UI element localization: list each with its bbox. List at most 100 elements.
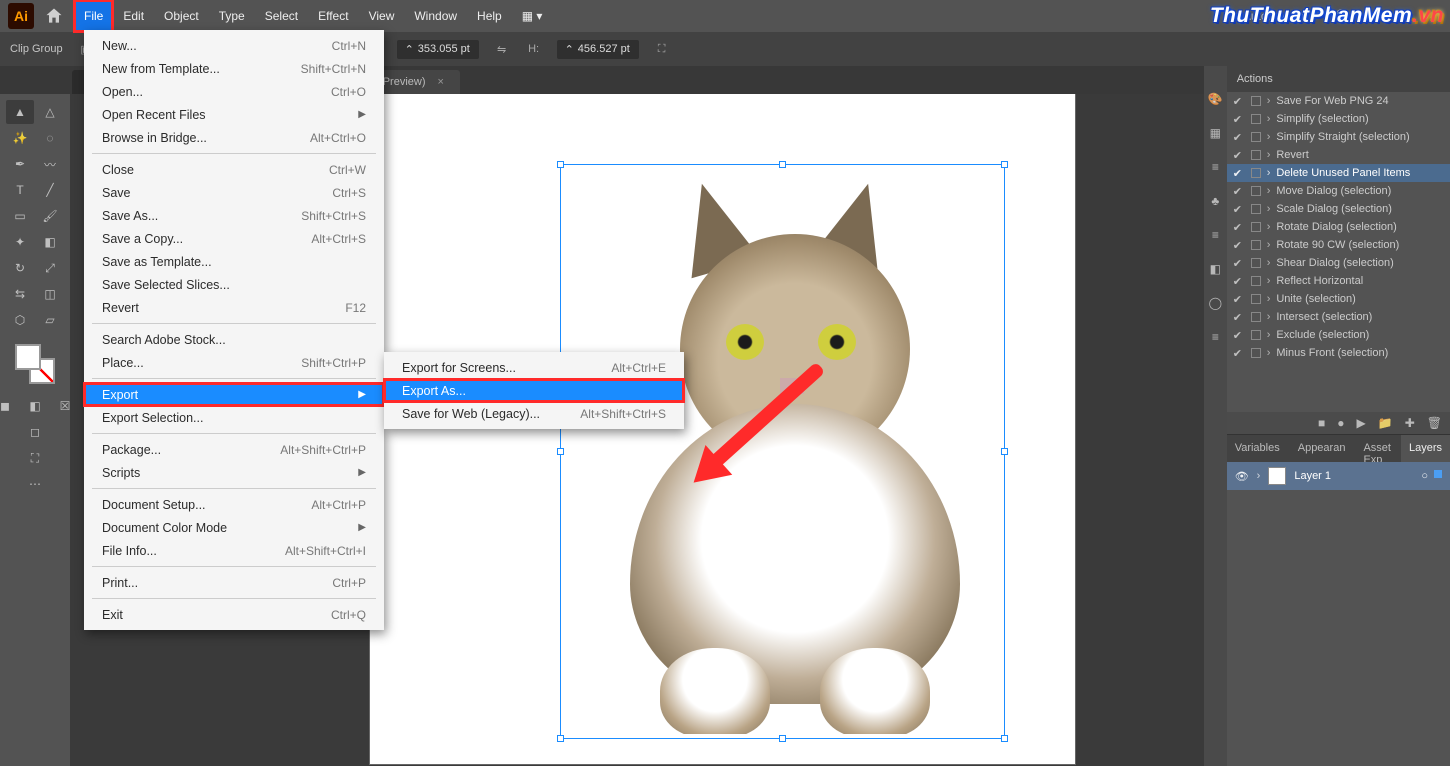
- disclosure-icon[interactable]: ›: [1267, 275, 1271, 287]
- check-icon[interactable]: ✔: [1233, 113, 1245, 126]
- modal-icon[interactable]: [1251, 96, 1261, 106]
- eraser-tool[interactable]: ◧: [36, 230, 64, 254]
- pen-tool[interactable]: ✒: [6, 152, 34, 176]
- menu-item[interactable]: Scripts▶: [84, 461, 384, 484]
- disclosure-icon[interactable]: ›: [1267, 257, 1271, 269]
- free-transform-tool[interactable]: ◫: [36, 282, 64, 306]
- menu-item[interactable]: Print...Ctrl+P: [84, 571, 384, 594]
- menu-item[interactable]: Export As...: [384, 379, 684, 402]
- app-logo[interactable]: Ai: [8, 3, 34, 29]
- color-well[interactable]: [13, 342, 57, 386]
- menu-item[interactable]: File Info...Alt+Shift+Ctrl+I: [84, 539, 384, 562]
- modal-icon[interactable]: [1251, 114, 1261, 124]
- action-row[interactable]: ✔›Save For Web PNG 24: [1227, 92, 1450, 110]
- width-tool[interactable]: ⇆: [6, 282, 34, 306]
- menu-help[interactable]: Help: [467, 0, 512, 32]
- menu-item[interactable]: Save a Copy...Alt+Ctrl+S: [84, 227, 384, 250]
- disclosure-icon[interactable]: ›: [1267, 95, 1271, 107]
- check-icon[interactable]: ✔: [1233, 131, 1245, 144]
- modal-icon[interactable]: [1251, 258, 1261, 268]
- check-icon[interactable]: ✔: [1233, 275, 1245, 288]
- brushes-panel-icon[interactable]: ≡: [1212, 160, 1219, 174]
- link-icon[interactable]: ⇋: [493, 40, 511, 58]
- disclosure-icon[interactable]: ›: [1267, 239, 1271, 251]
- record-icon[interactable]: ●: [1337, 416, 1344, 430]
- menu-item[interactable]: Search Adobe Stock...: [84, 328, 384, 351]
- color-panel-icon[interactable]: 🎨: [1208, 92, 1223, 106]
- gradient-panel-icon[interactable]: ◧: [1210, 262, 1221, 276]
- disclosure-icon[interactable]: ›: [1267, 311, 1271, 323]
- menu-item[interactable]: Export Selection...: [84, 406, 384, 429]
- menu-window[interactable]: Window: [404, 0, 467, 32]
- menu-item[interactable]: Save for Web (Legacy)...Alt+Shift+Ctrl+S: [384, 402, 684, 425]
- trash-icon[interactable]: 🗑: [1427, 416, 1442, 430]
- check-icon[interactable]: ✔: [1233, 221, 1245, 234]
- check-icon[interactable]: ✔: [1233, 257, 1245, 270]
- lasso-tool[interactable]: ◌: [36, 126, 64, 150]
- menu-item[interactable]: Save Selected Slices...: [84, 273, 384, 296]
- check-icon[interactable]: ✔: [1233, 239, 1245, 252]
- arrange-docs-icon[interactable]: ▦ ▾: [512, 0, 553, 32]
- modal-icon[interactable]: [1251, 132, 1261, 142]
- modal-icon[interactable]: [1251, 168, 1261, 178]
- play-icon[interactable]: ▶: [1357, 416, 1366, 430]
- new-action-icon[interactable]: ✚: [1405, 416, 1415, 430]
- menu-item[interactable]: RevertF12: [84, 296, 384, 319]
- clipped-image[interactable]: [570, 174, 1000, 734]
- menu-item[interactable]: Document Color Mode▶: [84, 516, 384, 539]
- modal-icon[interactable]: [1251, 312, 1261, 322]
- menu-item[interactable]: Browse in Bridge...Alt+Ctrl+O: [84, 126, 384, 149]
- disclosure-icon[interactable]: ›: [1267, 329, 1271, 341]
- edit-toolbar[interactable]: ⋯: [21, 472, 49, 496]
- modal-icon[interactable]: [1251, 204, 1261, 214]
- check-icon[interactable]: ✔: [1233, 311, 1245, 324]
- action-row[interactable]: ✔›Revert: [1227, 146, 1450, 164]
- swatches-panel-icon[interactable]: ▦: [1210, 126, 1221, 140]
- transform-icon[interactable]: ⛶: [653, 40, 671, 58]
- menu-item[interactable]: Export▶: [84, 383, 384, 406]
- align-panel-icon[interactable]: ≡: [1212, 330, 1219, 344]
- visibility-icon[interactable]: 👁: [1235, 470, 1249, 483]
- action-row[interactable]: ✔›Delete Unused Panel Items: [1227, 164, 1450, 182]
- gradient-mode[interactable]: ◧: [21, 394, 49, 418]
- check-icon[interactable]: ✔: [1233, 329, 1245, 342]
- menu-item[interactable]: New...Ctrl+N: [84, 34, 384, 57]
- actions-panel-tab[interactable]: Actions: [1227, 66, 1450, 92]
- modal-icon[interactable]: [1251, 348, 1261, 358]
- check-icon[interactable]: ✔: [1233, 149, 1245, 162]
- disclosure-icon[interactable]: ›: [1267, 221, 1271, 233]
- modal-icon[interactable]: [1251, 186, 1261, 196]
- modal-icon[interactable]: [1251, 222, 1261, 232]
- type-tool[interactable]: T: [6, 178, 34, 202]
- disclosure-icon[interactable]: ›: [1267, 113, 1271, 125]
- modal-icon[interactable]: [1251, 150, 1261, 160]
- menu-item[interactable]: Save As...Shift+Ctrl+S: [84, 204, 384, 227]
- action-row[interactable]: ✔›Rotate 90 CW (selection): [1227, 236, 1450, 254]
- action-row[interactable]: ✔›Reflect Horizontal: [1227, 272, 1450, 290]
- action-row[interactable]: ✔›Simplify (selection): [1227, 110, 1450, 128]
- stop-icon[interactable]: ■: [1318, 416, 1325, 430]
- action-row[interactable]: ✔›Shear Dialog (selection): [1227, 254, 1450, 272]
- stroke-panel-icon[interactable]: ≡: [1212, 228, 1219, 242]
- menu-item[interactable]: New from Template...Shift+Ctrl+N: [84, 57, 384, 80]
- menu-item[interactable]: CloseCtrl+W: [84, 158, 384, 181]
- rotate-tool[interactable]: ↻: [6, 256, 34, 280]
- disclosure-icon[interactable]: ›: [1267, 185, 1271, 197]
- action-row[interactable]: ✔›Minus Front (selection): [1227, 344, 1450, 362]
- scale-tool[interactable]: ⤢: [36, 256, 64, 280]
- rectangle-tool[interactable]: ▭: [6, 204, 34, 228]
- menu-type[interactable]: Type: [209, 0, 255, 32]
- check-icon[interactable]: ✔: [1233, 185, 1245, 198]
- menu-item[interactable]: Package...Alt+Shift+Ctrl+P: [84, 438, 384, 461]
- tab-layers[interactable]: Layers: [1401, 435, 1450, 462]
- curvature-tool[interactable]: 〰: [36, 152, 64, 176]
- line-tool[interactable]: ╱: [36, 178, 64, 202]
- action-row[interactable]: ✔›Rotate Dialog (selection): [1227, 218, 1450, 236]
- target-icon[interactable]: ○: [1421, 470, 1428, 482]
- menu-item[interactable]: Save as Template...: [84, 250, 384, 273]
- screen-mode[interactable]: ⛶: [21, 446, 49, 470]
- shape-builder-tool[interactable]: ⬡: [6, 308, 34, 332]
- action-row[interactable]: ✔›Unite (selection): [1227, 290, 1450, 308]
- menu-effect[interactable]: Effect: [308, 0, 358, 32]
- h-field[interactable]: ⌃456.527 pt: [557, 40, 639, 59]
